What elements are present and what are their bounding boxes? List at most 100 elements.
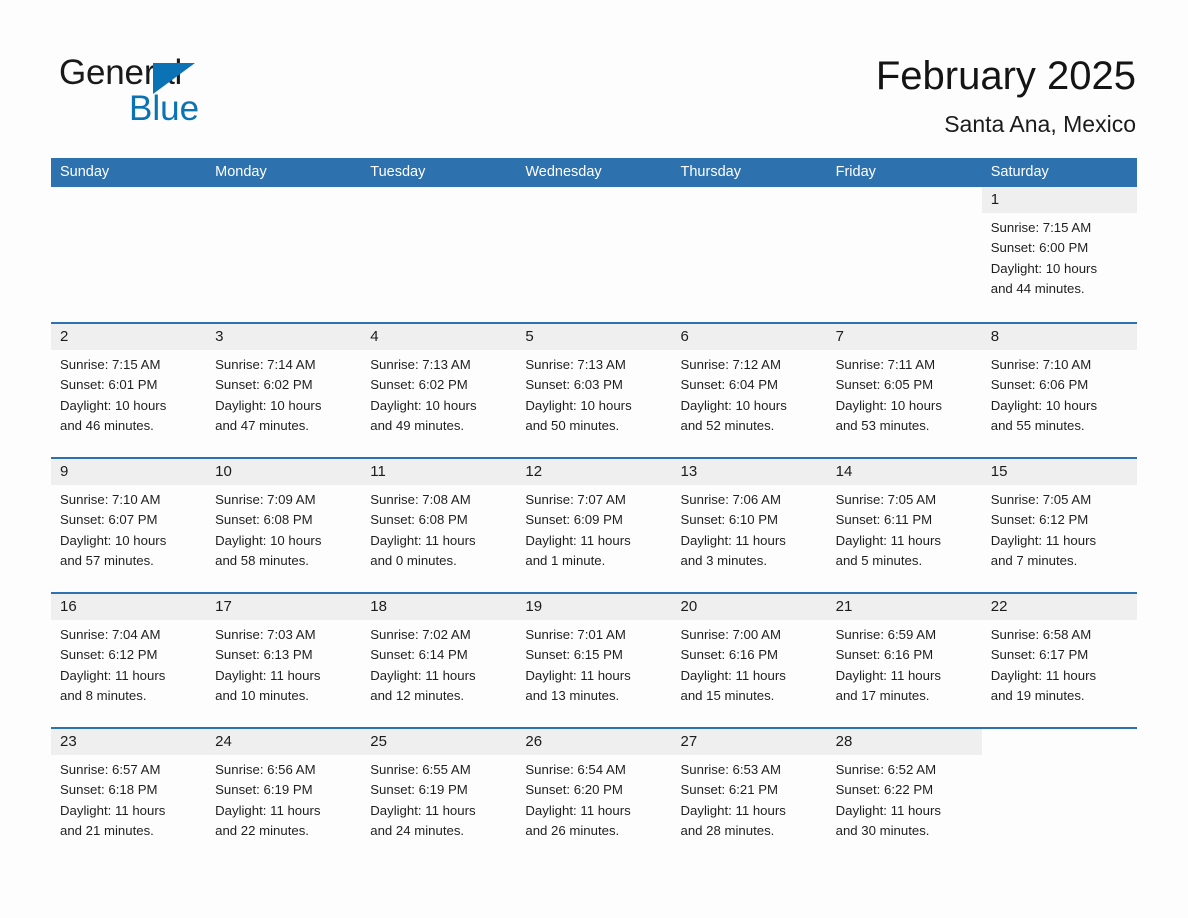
daylight-text-line2: and 10 minutes. xyxy=(215,687,309,703)
day-sun-info: Sunrise: 7:13 AM Sunset: 6:03 PM Daylight:… xyxy=(525,355,671,436)
calendar-day-cell-empty xyxy=(516,187,672,320)
calendar-day-cell[interactable]: 28 Sunrise: 6:52 AM Sunset: 6:22 PM Dayligh… xyxy=(826,729,982,862)
day-number-band xyxy=(982,729,1137,755)
sunrise-text: Sunrise: 7:13 AM xyxy=(525,357,626,372)
daylight-text-line2: and 26 minutes. xyxy=(525,822,620,838)
calendar-day-cell[interactable]: 1 Sunrise: 7:15 AM Sunset: 6:00 PM Daylight… xyxy=(981,187,1137,320)
daylight-text-line2: and 7 minutes. xyxy=(990,552,1078,568)
day-number-band xyxy=(981,324,1137,350)
calendar-day-cell[interactable]: 5 Sunrise: 7:13 AM Sunset: 6:03 PM Daylight… xyxy=(516,324,672,457)
daylight-text-line1: Daylight: 10 hours xyxy=(990,397,1098,413)
calendar-day-cell-empty xyxy=(671,187,827,320)
daylight-text-line2: and 8 minutes. xyxy=(60,687,147,703)
daylight-text-line1: Daylight: 11 hours xyxy=(835,667,941,683)
day-number-band xyxy=(361,324,517,350)
sunset-text: Sunset: 6:17 PM xyxy=(990,647,1089,663)
calendar-day-cell[interactable]: 4 Sunrise: 7:13 AM Sunset: 6:02 PM Daylight… xyxy=(361,324,517,457)
day-number: 15 xyxy=(990,463,1008,480)
day-number-band xyxy=(671,324,827,350)
daylight-text-line1: Daylight: 11 hours xyxy=(680,532,786,548)
daylight-text-line2: and 47 minutes. xyxy=(215,417,309,433)
calendar-day-cell[interactable]: 26 Sunrise: 6:54 AM Sunset: 6:20 PM Dayligh… xyxy=(516,729,672,862)
day-sun-info: Sunrise: 7:09 AM Sunset: 6:08 PM Daylight:… xyxy=(215,490,361,571)
calendar-day-cell[interactable]: 7 Sunrise: 7:11 AM Sunset: 6:05 PM Daylight… xyxy=(826,324,982,457)
day-number: 8 xyxy=(990,328,1000,345)
calendar-day-cell[interactable]: 12 Sunrise: 7:07 AM Sunset: 6:09 PM Dayligh… xyxy=(516,459,672,592)
sunrise-text: Sunrise: 6:56 AM xyxy=(215,762,316,777)
weekday-header-friday: Friday xyxy=(835,164,876,180)
calendar-day-cell[interactable]: 18 Sunrise: 7:02 AM Sunset: 6:14 PM Dayligh… xyxy=(361,594,517,727)
weekday-header-sunday: Sunday xyxy=(60,164,110,180)
sunset-text: Sunset: 6:12 PM xyxy=(990,512,1089,528)
calendar-day-cell[interactable]: 13 Sunrise: 7:06 AM Sunset: 6:10 PM Dayligh… xyxy=(671,459,827,592)
day-sun-info: Sunrise: 7:01 AM Sunset: 6:15 PM Daylight:… xyxy=(525,625,671,706)
day-sun-info: Sunrise: 7:07 AM Sunset: 6:09 PM Daylight:… xyxy=(525,490,671,571)
sunset-text: Sunset: 6:08 PM xyxy=(215,512,313,528)
day-sun-info: Sunrise: 6:59 AM Sunset: 6:16 PM Daylight:… xyxy=(836,625,982,706)
day-sun-info: Sunrise: 6:55 AM Sunset: 6:19 PM Daylight:… xyxy=(370,760,516,841)
calendar-day-cell[interactable]: 8 Sunrise: 7:10 AM Sunset: 6:06 PM Daylight… xyxy=(981,324,1137,457)
calendar-day-cell[interactable]: 2 Sunrise: 7:15 AM Sunset: 6:01 PM Daylight… xyxy=(51,324,207,457)
day-number: 18 xyxy=(370,598,387,615)
daylight-text-line2: and 55 minutes. xyxy=(990,417,1085,433)
sunrise-text: Sunrise: 7:03 AM xyxy=(215,627,316,642)
daylight-text-line2: and 44 minutes. xyxy=(990,280,1085,296)
calendar-day-cell[interactable]: 6 Sunrise: 7:12 AM Sunset: 6:04 PM Daylight… xyxy=(671,324,827,457)
daylight-text-line2: and 21 minutes. xyxy=(60,822,154,838)
calendar-day-cell[interactable]: 3 Sunrise: 7:14 AM Sunset: 6:02 PM Daylight… xyxy=(206,324,362,457)
sunset-text: Sunset: 6:02 PM xyxy=(215,377,313,393)
sunset-text: Sunset: 6:16 PM xyxy=(835,647,934,663)
daylight-text-line2: and 1 minute. xyxy=(525,552,606,568)
day-number: 4 xyxy=(370,328,379,345)
calendar-day-cell[interactable]: 11 Sunrise: 7:08 AM Sunset: 6:08 PM Dayligh… xyxy=(361,459,517,592)
day-number-band xyxy=(672,187,827,213)
sunrise-text: Sunrise: 7:10 AM xyxy=(990,357,1092,372)
day-number: 20 xyxy=(680,598,698,615)
sunset-text: Sunset: 6:22 PM xyxy=(835,782,934,798)
calendar-day-cell[interactable]: 10 Sunrise: 7:09 AM Sunset: 6:08 PM Dayligh… xyxy=(206,459,362,592)
calendar-weeks: 1 Sunrise: 7:15 AM Sunset: 6:00 PM Daylight… xyxy=(51,187,1137,862)
calendar-day-cell-empty xyxy=(981,729,1137,862)
daylight-text-line2: and 52 minutes. xyxy=(680,417,775,433)
day-number: 7 xyxy=(835,328,844,345)
day-number: 26 xyxy=(525,733,543,750)
sunset-text: Sunset: 6:19 PM xyxy=(215,782,313,798)
calendar-day-cell[interactable]: 9 Sunrise: 7:10 AM Sunset: 6:07 PM Daylight… xyxy=(51,459,207,592)
daylight-text-line1: Daylight: 11 hours xyxy=(525,532,631,548)
sunset-text: Sunset: 6:09 PM xyxy=(525,512,623,528)
day-sun-info: Sunrise: 6:56 AM Sunset: 6:19 PM Daylight:… xyxy=(215,760,361,841)
calendar-day-cell[interactable]: 20 Sunrise: 7:00 AM Sunset: 6:16 PM Dayligh… xyxy=(671,594,827,727)
calendar-day-cell[interactable]: 24 Sunrise: 6:56 AM Sunset: 6:19 PM Dayligh… xyxy=(206,729,362,862)
calendar-day-cell[interactable]: 14 Sunrise: 7:05 AM Sunset: 6:11 PM Dayligh… xyxy=(826,459,982,592)
day-sun-info: Sunrise: 7:04 AM Sunset: 6:12 PM Daylight:… xyxy=(60,625,206,706)
daylight-text-line2: and 28 minutes. xyxy=(680,822,775,838)
day-number: 24 xyxy=(215,733,232,750)
daylight-text-line1: Daylight: 10 hours xyxy=(215,397,322,413)
calendar-day-cell[interactable]: 19 Sunrise: 7:01 AM Sunset: 6:15 PM Dayligh… xyxy=(516,594,672,727)
calendar-day-cell[interactable]: 17 Sunrise: 7:03 AM Sunset: 6:13 PM Dayligh… xyxy=(206,594,362,727)
sunrise-text: Sunrise: 7:06 AM xyxy=(680,492,781,507)
day-sun-info: Sunrise: 7:11 AM Sunset: 6:05 PM Daylight:… xyxy=(836,355,982,436)
calendar-day-cell[interactable]: 22 Sunrise: 6:58 AM Sunset: 6:17 PM Dayligh… xyxy=(981,594,1137,727)
sunset-text: Sunset: 6:18 PM xyxy=(60,782,158,798)
day-number: 21 xyxy=(835,598,853,615)
sunset-text: Sunset: 6:03 PM xyxy=(525,377,623,393)
day-number: 27 xyxy=(680,733,698,750)
sunrise-text: Sunrise: 7:02 AM xyxy=(370,627,471,642)
brand-logo[interactable]: General Blue xyxy=(59,52,359,132)
weekday-header-tuesday: Tuesday xyxy=(370,164,426,180)
daylight-text-line2: and 19 minutes. xyxy=(990,687,1085,703)
day-sun-info: Sunrise: 7:14 AM Sunset: 6:02 PM Daylight:… xyxy=(215,355,361,436)
daylight-text-line1: Daylight: 11 hours xyxy=(835,802,941,818)
day-number: 19 xyxy=(525,598,543,615)
calendar-day-cell[interactable]: 21 Sunrise: 6:59 AM Sunset: 6:16 PM Dayligh… xyxy=(826,594,982,727)
calendar-day-cell[interactable]: 23 Sunrise: 6:57 AM Sunset: 6:18 PM Dayligh… xyxy=(51,729,207,862)
calendar-day-cell[interactable]: 16 Sunrise: 7:04 AM Sunset: 6:12 PM Dayligh… xyxy=(51,594,207,727)
day-sun-info: Sunrise: 7:02 AM Sunset: 6:14 PM Daylight:… xyxy=(370,625,516,706)
calendar-day-cell[interactable]: 15 Sunrise: 7:05 AM Sunset: 6:12 PM Dayligh… xyxy=(981,459,1137,592)
calendar-day-cell[interactable]: 27 Sunrise: 6:53 AM Sunset: 6:21 PM Dayligh… xyxy=(671,729,827,862)
day-number: 23 xyxy=(60,733,77,750)
day-sun-info: Sunrise: 6:54 AM Sunset: 6:20 PM Daylight:… xyxy=(525,760,671,841)
calendar-day-cell[interactable]: 25 Sunrise: 6:55 AM Sunset: 6:19 PM Dayligh… xyxy=(361,729,517,862)
sunset-text: Sunset: 6:13 PM xyxy=(215,647,313,663)
